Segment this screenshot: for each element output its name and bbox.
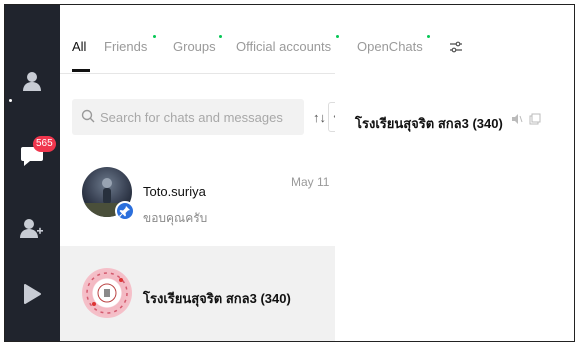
filter-settings-icon[interactable] bbox=[449, 40, 463, 59]
tab-openchats[interactable]: OpenChats bbox=[357, 39, 423, 54]
group-avatar bbox=[82, 268, 132, 318]
person-icon[interactable] bbox=[20, 69, 44, 93]
app-window: 565 All Friends Groups Official accounts… bbox=[4, 4, 575, 342]
chat-list: Search for chats and messages ↑↓ ‹ Toto.… bbox=[60, 73, 342, 341]
add-friend-icon[interactable] bbox=[20, 216, 44, 240]
play-icon[interactable] bbox=[20, 282, 44, 306]
tab-official-accounts[interactable]: Official accounts bbox=[236, 39, 331, 54]
tab-bar: All Friends Groups Official accounts Ope… bbox=[60, 5, 574, 74]
tab-friends[interactable]: Friends bbox=[104, 39, 147, 54]
chat-preview: ขอบคุณครับ bbox=[143, 211, 208, 225]
tab-groups[interactable]: Groups bbox=[173, 39, 216, 54]
active-tab-indicator bbox=[72, 69, 90, 72]
chat-name: โรงเรียนสุจริต สกล3 (340) bbox=[143, 291, 291, 306]
tab-all[interactable]: All bbox=[72, 39, 86, 54]
conversation-pane: โรงเรียนสุจริต สกล3 (340) bbox=[335, 73, 574, 341]
pin-icon bbox=[115, 201, 135, 221]
chat-timestamp: May 11 bbox=[291, 175, 330, 189]
rail-dot bbox=[9, 99, 12, 102]
external-window-icon[interactable] bbox=[529, 112, 541, 130]
sort-icon[interactable]: ↑↓ bbox=[313, 110, 326, 125]
chat-name: Toto.suriya bbox=[143, 184, 206, 199]
unread-badge: 565 bbox=[33, 136, 56, 152]
search-placeholder: Search for chats and messages bbox=[100, 110, 283, 125]
new-indicator-friends bbox=[153, 35, 156, 38]
conversation-title: โรงเรียนสุจริต สกล3 (340) bbox=[355, 116, 503, 131]
chat-list-item[interactable]: Toto.suriya ขอบคุณครับ May 11 bbox=[60, 154, 335, 246]
chat-list-item-selected[interactable]: โรงเรียนสุจริต สกล3 (340) bbox=[60, 246, 335, 341]
conversation-header-icons bbox=[511, 112, 541, 130]
mute-icon[interactable] bbox=[511, 112, 523, 130]
new-indicator-openchats bbox=[427, 35, 430, 38]
new-indicator-groups bbox=[219, 35, 222, 38]
search-input[interactable]: Search for chats and messages bbox=[72, 99, 304, 135]
new-indicator-official bbox=[336, 35, 339, 38]
search-icon bbox=[81, 109, 95, 128]
sidebar: 565 bbox=[5, 5, 60, 341]
